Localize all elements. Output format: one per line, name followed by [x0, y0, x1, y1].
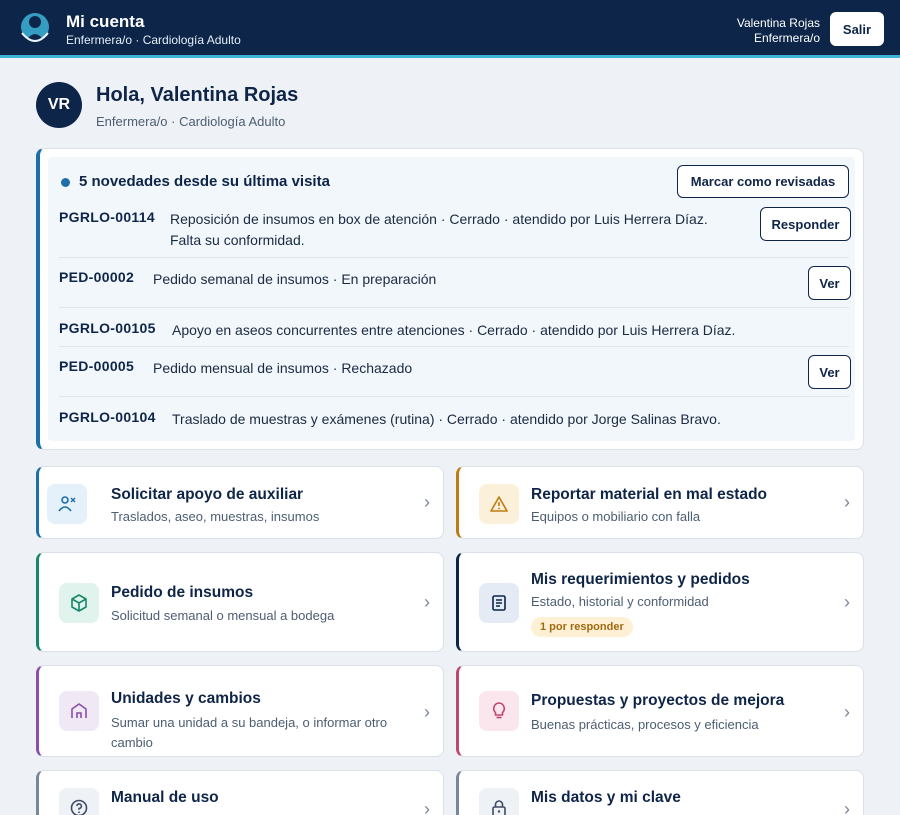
lock-icon: [479, 788, 519, 815]
news-item[interactable]: PGRLO-00105 Apoyo en aseos concurrentes …: [59, 320, 849, 344]
news-item-note: Falta su conformidad.: [170, 232, 305, 248]
card-subtitle: Equipos o mobiliario con falla: [531, 509, 701, 524]
card-title: Manual de uso: [111, 789, 219, 806]
divider: [59, 257, 849, 258]
chevron-right-icon: ›: [424, 799, 430, 815]
app-subtitle: Enfermera/o · Cardiología Adulto: [66, 33, 241, 47]
news-item[interactable]: PED-00005 Pedido mensual de insumos · Re…: [59, 358, 849, 382]
card-body: Reportar material en mal estado Equipos …: [467, 475, 855, 530]
avatar: VR: [36, 82, 82, 128]
card-body: Unidades y cambios Sumar una unidad a su…: [47, 674, 435, 750]
card-report-material[interactable]: Reportar material en mal estado Equipos …: [456, 466, 864, 539]
greeting: Hola, Valentina Rojas: [96, 84, 299, 106]
chevron-right-icon: ›: [424, 592, 430, 612]
card-title: Pedido de insumos: [111, 584, 254, 601]
box-icon: [59, 583, 99, 623]
card-body: Solicitar apoyo de auxiliar Traslados, a…: [47, 475, 435, 530]
chevron-right-icon: ›: [844, 592, 850, 612]
card-subtitle: Estado, historial y conformidad: [531, 594, 709, 609]
logo-icon: [21, 13, 49, 42]
news-item[interactable]: PGRLO-00104 Traslado de muestras y exáme…: [59, 409, 849, 433]
user-name: Valentina Rojas: [736, 16, 820, 30]
news-panel: 5 novedades desde su última visita Marca…: [36, 148, 864, 450]
greeting-subtitle: Enfermera/o · Cardiología Adulto: [96, 114, 286, 129]
news-item[interactable]: PED-00002 Pedido semanal de insumos · En…: [59, 269, 849, 293]
pending-badge: 1 por responder: [531, 617, 633, 637]
chevron-right-icon: ›: [844, 492, 850, 512]
user-role: Enfermera/o: [753, 31, 820, 45]
news-item-text: Reposición de insumos en box de atención…: [170, 211, 708, 227]
card-body: Pedido de insumos Solicitud semanal o me…: [47, 561, 435, 643]
divider: [59, 346, 849, 347]
mark-reviewed-button[interactable]: Marcar como revisadas: [677, 165, 849, 198]
card-body: Mis datos y mi clave ›: [467, 779, 855, 815]
person-assist-icon: [47, 484, 87, 524]
view-button[interactable]: Ver: [808, 266, 851, 300]
card-title: Propuestas y proyectos de mejora: [531, 692, 785, 709]
card-subtitle: Sumar una unidad a su bandeja, o informa…: [111, 715, 388, 750]
card-user-manual[interactable]: Manual de uso ›: [36, 770, 444, 815]
news-title: 5 novedades desde su última visita: [79, 173, 330, 190]
card-supply-order[interactable]: Pedido de insumos Solicitud semanal o me…: [36, 552, 444, 652]
news-panel-body: 5 novedades desde su última visita Marca…: [48, 157, 855, 441]
chevron-right-icon: ›: [844, 799, 850, 815]
card-title: Unidades y cambios: [111, 690, 261, 707]
card-units-changes[interactable]: Unidades y cambios Sumar una unidad a su…: [36, 665, 444, 757]
building-icon: [59, 691, 99, 731]
news-item-text: Apoyo en aseos concurrentes entre atenci…: [172, 322, 736, 338]
card-title: Solicitar apoyo de auxiliar: [111, 486, 304, 503]
card-improvement-proposals[interactable]: Propuestas y proyectos de mejora Buenas …: [456, 665, 864, 757]
respond-button[interactable]: Responder: [760, 207, 851, 241]
warning-icon: [479, 484, 519, 524]
chevron-right-icon: ›: [844, 702, 850, 722]
card-my-data-password[interactable]: Mis datos y mi clave ›: [456, 770, 864, 815]
card-subtitle: Traslados, aseo, muestras, insumos: [111, 509, 320, 524]
news-item-code: PED-00002: [59, 269, 135, 285]
card-body: Propuestas y proyectos de mejora Buenas …: [467, 674, 855, 748]
news-item-code: PGRLO-00105: [59, 320, 156, 336]
news-item-text: Pedido mensual de insumos · Rechazado: [153, 360, 413, 376]
logout-button[interactable]: Salir: [830, 12, 884, 46]
unread-dot-icon: [61, 178, 70, 187]
divider: [59, 396, 849, 397]
news-item-text: Traslado de muestras y exámenes (rutina)…: [172, 411, 721, 427]
card-title: Mis datos y mi clave: [531, 789, 681, 806]
card-body: Mis requerimientos y pedidos Estado, his…: [467, 561, 855, 643]
card-title: Reportar material en mal estado: [531, 486, 768, 503]
top-bar: Mi cuenta Enfermera/o · Cardiología Adul…: [0, 0, 900, 58]
card-title: Mis requerimientos y pedidos: [531, 571, 750, 588]
app-title: Mi cuenta: [66, 12, 145, 31]
card-subtitle: Buenas prácticas, procesos y eficiencia: [531, 717, 759, 732]
chevron-right-icon: ›: [424, 702, 430, 722]
document-icon: [479, 583, 519, 623]
card-request-assistant[interactable]: Solicitar apoyo de auxiliar Traslados, a…: [36, 466, 444, 539]
news-item-code: PGRLO-00104: [59, 409, 156, 425]
news-item[interactable]: PGRLO-00114 Reposición de insumos en box…: [59, 209, 849, 253]
news-item-text: Pedido semanal de insumos · En preparaci…: [153, 271, 437, 287]
lightbulb-icon: [479, 691, 519, 731]
view-button[interactable]: Ver: [808, 355, 851, 389]
divider: [59, 307, 849, 308]
news-item-code: PED-00005: [59, 358, 135, 374]
card-subtitle: Solicitud semanal o mensual a bodega: [111, 608, 335, 623]
chevron-right-icon: ›: [424, 492, 430, 512]
help-icon: [59, 788, 99, 815]
card-body: Manual de uso ›: [47, 779, 435, 815]
news-item-code: PGRLO-00114: [59, 209, 155, 225]
card-my-requests[interactable]: Mis requerimientos y pedidos Estado, his…: [456, 552, 864, 652]
